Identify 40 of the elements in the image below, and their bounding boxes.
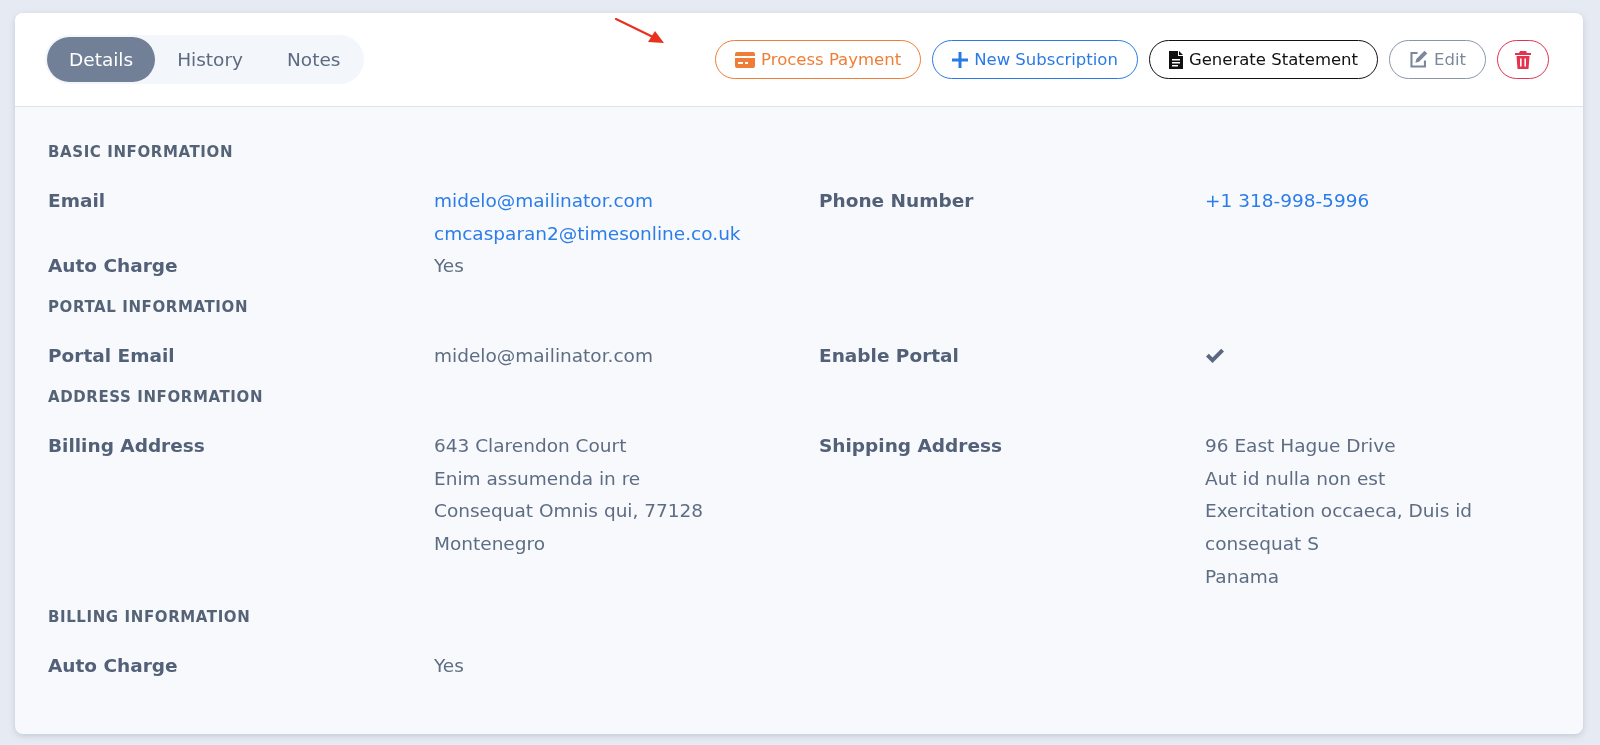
field-value: Panama bbox=[1205, 564, 1280, 589]
field-value: 96 East Hague Drive bbox=[1205, 433, 1396, 458]
delete-button[interactable] bbox=[1497, 40, 1549, 79]
arrow-icon bbox=[615, 18, 665, 44]
plus-icon bbox=[952, 51, 969, 68]
edit-button[interactable]: Edit bbox=[1389, 40, 1486, 79]
new-subscription-button[interactable]: New Subscription bbox=[932, 40, 1138, 79]
edit-icon bbox=[1409, 50, 1429, 69]
value-link[interactable]: cmcasparan2@timesonline.co.uk bbox=[434, 217, 741, 251]
field-value: Enim assumenda in re bbox=[434, 466, 641, 491]
field-value: Yes bbox=[434, 654, 464, 679]
section-heading: PORTAL INFORMATION bbox=[48, 297, 249, 318]
field-value: Consequat Omnis qui, 77128 bbox=[434, 499, 704, 524]
field-label: Phone Number bbox=[819, 189, 974, 213]
field-label: Enable Portal bbox=[819, 344, 959, 369]
credit-card-icon bbox=[735, 51, 756, 68]
section-heading: ADDRESS INFORMATION bbox=[48, 386, 264, 407]
field-label: Auto Charge bbox=[48, 654, 178, 679]
document-icon bbox=[1168, 50, 1183, 69]
field-label: Email bbox=[48, 189, 106, 213]
field-value: 643 Clarendon Court bbox=[434, 433, 627, 458]
field-value: Exercitation occaeca, Duis id consequat S bbox=[1205, 499, 1474, 556]
generate-statement-button[interactable]: Generate Statement bbox=[1148, 40, 1379, 79]
section-heading: BILLING INFORMATION bbox=[48, 607, 251, 628]
field-label: Portal Email bbox=[48, 344, 175, 369]
field-label: Auto Charge bbox=[48, 254, 178, 279]
tab[interactable]: Details bbox=[47, 37, 156, 82]
field-value: Yes bbox=[434, 254, 464, 279]
field-label: Billing Address bbox=[48, 433, 205, 458]
tab[interactable]: Notes bbox=[264, 37, 363, 82]
value-link[interactable]: midelo@mailinator.com bbox=[434, 185, 653, 218]
process-payment-button[interactable]: Process Payment bbox=[715, 40, 922, 79]
value-link[interactable]: +1 318-998-5996 bbox=[1205, 185, 1370, 218]
field-label: Shipping Address bbox=[819, 433, 1002, 458]
field-value: midelo@mailinator.com bbox=[434, 344, 653, 369]
section-heading: BASIC INFORMATION bbox=[48, 142, 234, 162]
field-value: Aut id nulla non est bbox=[1205, 466, 1386, 491]
trash-icon bbox=[1515, 50, 1531, 69]
tab[interactable]: History bbox=[155, 37, 265, 82]
field-value: Montenegro bbox=[434, 531, 545, 556]
